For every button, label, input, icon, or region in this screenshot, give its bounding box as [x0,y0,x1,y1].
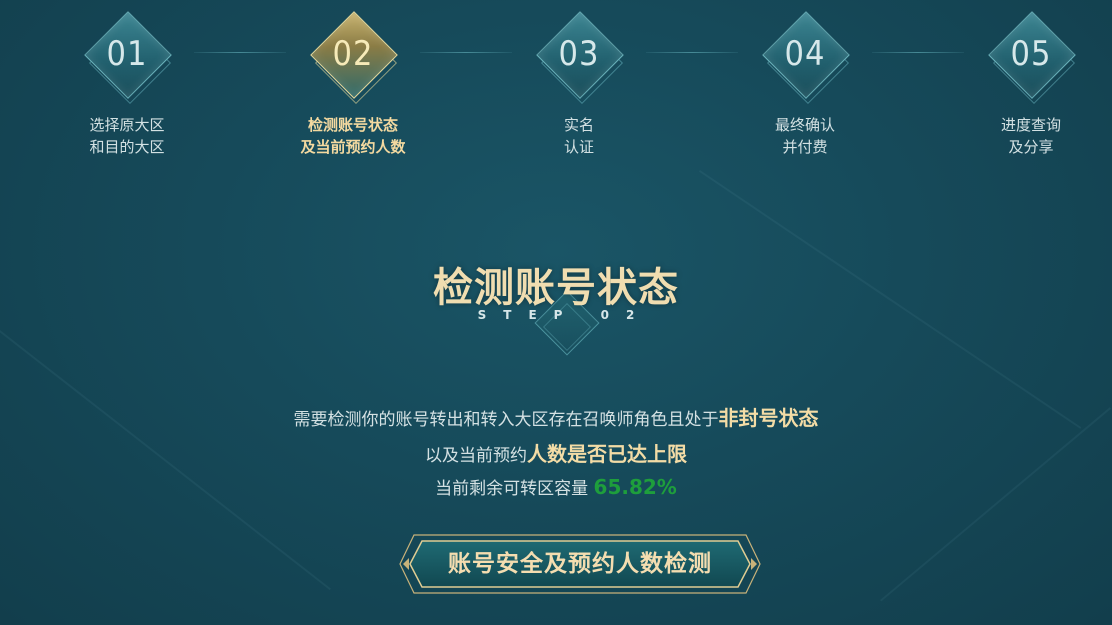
step-4-diamond-icon: 04 [757,8,853,105]
description-line-3: 当前剩余可转区容量 65.82% [0,474,1112,499]
description-text: 以及当前预约 [425,446,527,466]
description-line-1: 需要检测你的账号转出和转入大区存在召唤师角色且处于非封号状态 [0,402,1112,431]
step-1-diamond-icon: 01 [79,8,175,105]
step-2-diamond-icon: 02 [305,8,401,105]
highlight-reservation-limit: 人数是否已达上限 [527,442,687,466]
step-3-label: 实名 认证 [499,114,659,158]
step-4: 04 最终确认 并付费 [725,8,885,158]
step-2-label-line2: 及当前预约人数 [300,138,406,156]
step-4-label: 最终确认 并付费 [725,114,885,158]
step-2-label: 检测账号状态 及当前预约人数 [273,114,433,158]
step-5-label-line1: 进度查询 [1000,116,1061,134]
step-5-number: 05 [1010,34,1052,74]
step-3-number: 03 [558,34,600,74]
check-account-button-label[interactable]: 账号安全及预约人数检测 [398,533,762,595]
step-2-label-line1: 检测账号状态 [307,116,398,134]
section-step-subtitle: STEP 02 [477,308,652,322]
capacity-label: 当前剩余可转区容量 [435,479,589,499]
step-5-label-line2: 及分享 [1008,138,1054,156]
step-3: 03 实名 认证 [499,8,659,158]
description-text: 需要检测你的账号转出和转入大区存在召唤师角色且处于 [293,410,719,430]
step-2-number: 02 [332,34,374,74]
check-account-button[interactable]: 账号安全及预约人数检测 [398,533,762,595]
step-3-label-line2: 认证 [563,138,594,156]
step-3-label-line1: 实名 [563,116,594,134]
step-1-label-line2: 和目的大区 [89,138,165,156]
step-5: 05 进度查询 及分享 [951,8,1111,158]
step-1: 01 选择原大区 和目的大区 [47,8,207,158]
step-4-number: 04 [784,34,826,74]
step-5-label: 进度查询 及分享 [951,114,1111,158]
capacity-percent: 65.82% [593,475,677,499]
step-5-diamond-icon: 05 [983,8,1079,105]
step-3-diamond-icon: 03 [531,8,627,105]
step-4-label-line2: 并付费 [782,138,828,156]
step-1-number: 01 [106,34,148,74]
step-4-label-line1: 最终确认 [774,116,835,134]
background-decoration [880,407,1112,602]
highlight-not-banned: 非封号状态 [718,406,819,430]
step-1-label: 选择原大区 和目的大区 [47,114,207,158]
description-line-2: 以及当前预约人数是否已达上限 [0,438,1112,467]
section-title: 检测账号状态 [433,265,679,311]
step-progress-bar: 01 选择原大区 和目的大区 02 检测账号状态 及当前预约人数 03 实名 认… [0,0,1112,170]
step-1-label-line1: 选择原大区 [89,116,165,134]
step-2-active: 02 检测账号状态 及当前预约人数 [273,8,433,158]
